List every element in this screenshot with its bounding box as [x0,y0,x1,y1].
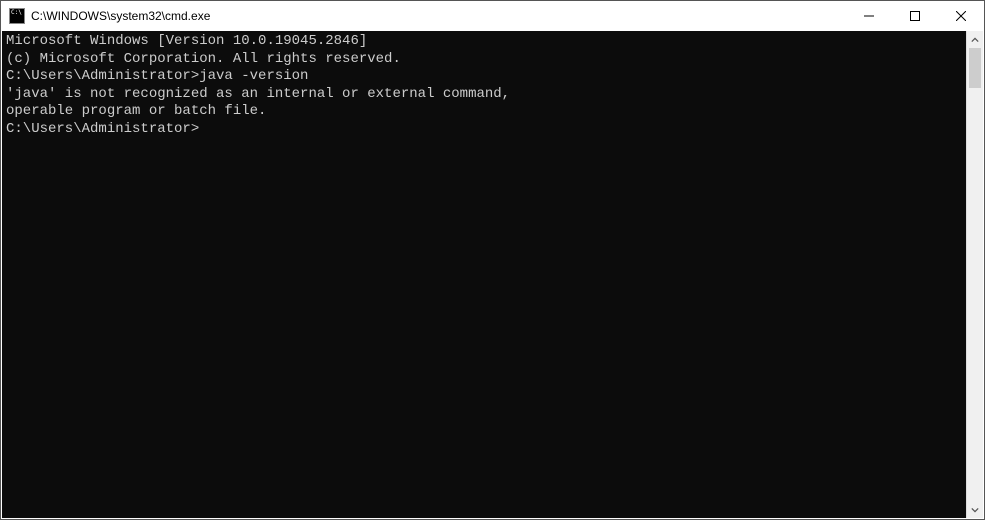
minimize-button[interactable] [846,1,892,31]
minimize-icon [864,11,874,21]
close-icon [956,11,966,21]
maximize-icon [910,11,920,21]
maximize-button[interactable] [892,1,938,31]
terminal-line: (c) Microsoft Corporation. All rights re… [6,51,962,69]
terminal-line: C:\Users\Administrator> [6,121,962,139]
terminal-line: 'java' is not recognized as an internal … [6,86,962,104]
cmd-window: C:\WINDOWS\system32\cmd.exe Microsoft Wi… [0,0,985,520]
scroll-track[interactable] [967,48,983,501]
window-body: Microsoft Windows [Version 10.0.19045.28… [1,31,984,519]
titlebar-left: C:\WINDOWS\system32\cmd.exe [9,8,210,24]
close-button[interactable] [938,1,984,31]
terminal-line: C:\Users\Administrator>java -version [6,68,962,86]
chevron-up-icon [971,36,979,44]
scroll-up-button[interactable] [967,31,983,48]
vertical-scrollbar[interactable] [966,31,983,518]
titlebar[interactable]: C:\WINDOWS\system32\cmd.exe [1,1,984,31]
chevron-down-icon [971,506,979,514]
terminal-line: Microsoft Windows [Version 10.0.19045.28… [6,33,962,51]
terminal-output[interactable]: Microsoft Windows [Version 10.0.19045.28… [2,31,966,518]
scroll-down-button[interactable] [967,501,983,518]
cmd-icon [9,8,25,24]
terminal-line: operable program or batch file. [6,103,962,121]
window-controls [846,1,984,31]
window-title: C:\WINDOWS\system32\cmd.exe [31,9,210,23]
scroll-thumb[interactable] [969,48,981,88]
